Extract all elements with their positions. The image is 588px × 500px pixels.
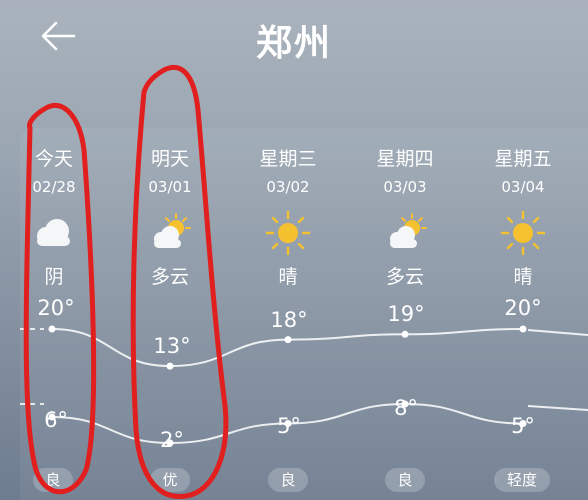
condition-label: 晴 bbox=[513, 266, 533, 288]
date-label: 02/28 bbox=[32, 178, 76, 196]
condition-label: 晴 bbox=[278, 266, 298, 288]
condition-label: 阴 bbox=[44, 266, 64, 288]
low-temp: 5° bbox=[511, 414, 535, 438]
date-label: 03/02 bbox=[266, 178, 310, 196]
date-label: 03/01 bbox=[148, 178, 192, 196]
low-temp: 8° bbox=[394, 396, 418, 420]
high-temp-line bbox=[51, 328, 524, 368]
high-temp: 20° bbox=[504, 296, 542, 320]
high-temp: 18° bbox=[270, 308, 308, 332]
high-temp-point bbox=[48, 325, 56, 333]
air-quality-badge: 良 bbox=[385, 468, 425, 492]
cloudy-icon bbox=[30, 210, 76, 256]
high-temp: 19° bbox=[387, 302, 425, 326]
high-temp: 20° bbox=[37, 296, 75, 320]
partly-cloudy-icon bbox=[384, 210, 430, 256]
partly-cloudy-icon bbox=[148, 210, 194, 256]
high-temp-point bbox=[166, 362, 174, 370]
condition-label: 多云 bbox=[150, 266, 189, 288]
day-label: 今天 bbox=[34, 148, 73, 170]
low-temp: 6° bbox=[44, 408, 68, 432]
high-line-tail bbox=[527, 329, 588, 336]
day-label: 星期四 bbox=[376, 148, 434, 170]
air-quality-badge: 轻度 bbox=[494, 468, 550, 492]
high-temp-point bbox=[284, 336, 292, 344]
low-line-tail bbox=[527, 405, 588, 411]
high-temp-point bbox=[519, 325, 527, 333]
sunny-icon bbox=[265, 210, 311, 256]
air-quality-badge: 良 bbox=[33, 468, 73, 492]
sunny-icon bbox=[500, 210, 546, 256]
high-temp-point bbox=[401, 330, 409, 338]
low-temp: 2° bbox=[160, 428, 184, 452]
low-temp: 5° bbox=[277, 414, 301, 438]
air-quality-badge: 优 bbox=[150, 468, 190, 492]
date-label: 03/04 bbox=[501, 178, 545, 196]
high-temp: 13° bbox=[153, 334, 191, 358]
date-label: 03/03 bbox=[383, 178, 427, 196]
day-label: 星期五 bbox=[494, 148, 552, 170]
air-quality-badge: 良 bbox=[268, 468, 308, 492]
condition-label: 多云 bbox=[385, 266, 424, 288]
day-label: 星期三 bbox=[259, 148, 317, 170]
day-label: 明天 bbox=[150, 148, 189, 170]
